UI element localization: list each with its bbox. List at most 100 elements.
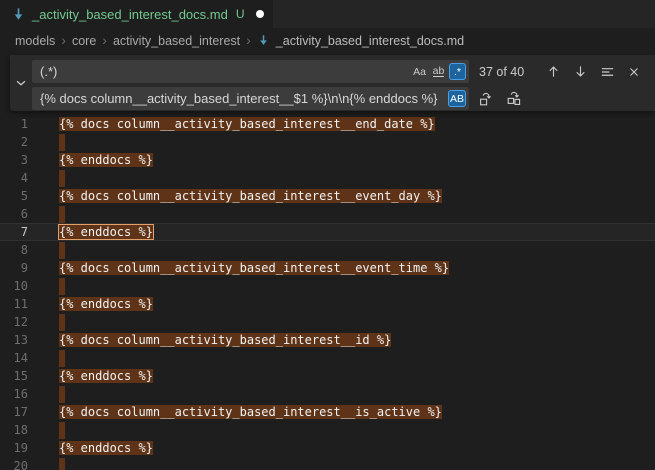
line-content [59,205,65,223]
editor-line[interactable]: 13 {% docs column__activity_based_interes… [0,331,655,349]
editor-line[interactable]: 1 {% docs column__activity_based_interest… [0,115,655,133]
find-replace-widget: (.*) Aa ab .* 37 of 40 [10,55,655,111]
editor: (.*) Aa ab .* 37 of 40 [0,53,655,470]
find-match: {% docs column__activity_based_interest_… [59,405,442,419]
find-match-empty-line [59,242,65,259]
editor-line[interactable]: 10 [0,277,655,295]
line-number: 7 [0,223,28,241]
next-match-button[interactable] [571,63,589,81]
search-value: (.*) [40,64,409,79]
match-count: 37 of 40 [479,65,533,79]
toggle-replace-button[interactable] [10,55,32,111]
line-number: 12 [0,313,28,331]
line-number: 6 [0,205,28,223]
tab-filename: _activity_based_interest_docs.md [32,7,228,22]
editor-line[interactable]: 12 [0,313,655,331]
line-content [59,169,65,187]
breadcrumb: models › core › activity_based_interest … [0,28,655,53]
replace-all-button[interactable] [505,90,523,108]
line-content [59,313,65,331]
breadcrumb-item-core[interactable]: core [72,34,96,48]
editor-line[interactable]: 16 [0,385,655,403]
line-content [59,349,65,367]
find-match-empty-line [59,134,65,151]
tab-bar: _activity_based_interest_docs.md U [0,0,655,28]
line-number: 14 [0,349,28,367]
find-match-empty-line [59,422,65,439]
editor-line[interactable]: 14 [0,349,655,367]
find-match: {% docs column__activity_based_interest_… [59,117,435,131]
line-number: 18 [0,421,28,439]
find-match: {% docs column__activity_based_interest_… [59,333,391,347]
previous-match-button[interactable] [544,63,562,81]
breadcrumb-file[interactable]: _activity_based_interest_docs.md [276,34,464,48]
editor-line[interactable]: 9{% docs column__activity_based_interest… [0,259,655,277]
editor-line[interactable]: 20 [0,457,655,470]
find-row: (.*) Aa ab .* 37 of 40 [32,60,655,83]
preserve-case-toggle[interactable]: AB [448,90,466,107]
find-in-selection-button[interactable] [598,63,616,81]
editor-line[interactable]: 8 [0,241,655,259]
line-number: 17 [0,403,28,421]
editor-line[interactable]: 5 {% docs column__activity_based_interest… [0,187,655,205]
line-content: {% enddocs %} [59,151,153,169]
line-content: {% docs column__activity_based_interest_… [59,259,449,277]
editor-line[interactable]: 2 [0,133,655,151]
line-content: {% docs column__activity_based_interest_… [59,331,391,349]
regex-toggle[interactable]: .* [449,63,466,80]
editor-line[interactable]: 18 [0,421,655,439]
match-case-toggle[interactable]: Aa [411,63,428,80]
editor-line[interactable]: 19{% enddocs %} [0,439,655,457]
editor-line[interactable]: 3 {% enddocs %} [0,151,655,169]
chevron-down-icon [14,76,28,90]
line-number: 3 [0,151,28,169]
close-icon[interactable] [625,63,643,81]
find-match-empty-line [59,206,65,223]
find-match-current: {% enddocs %} [59,225,153,239]
line-content [59,385,65,403]
line-content [59,457,65,470]
line-content: {% docs column__activity_based_interest_… [59,403,442,421]
replace-input[interactable]: {% docs column__activity_based_interest_… [32,87,469,110]
search-input[interactable]: (.*) Aa ab .* [32,60,469,83]
editor-line[interactable]: 15 {% enddocs %} [0,367,655,385]
replace-value: {% docs column__activity_based_interest_… [40,91,446,106]
line-number: 4 [0,169,28,187]
find-match: {% docs column__activity_based_interest_… [59,261,449,275]
line-number: 20 [0,457,28,470]
git-status-badge: U [236,7,245,21]
breadcrumb-item-models[interactable]: models [15,34,55,48]
editor-line[interactable]: 6 [0,205,655,223]
code-area: 1 {% docs column__activity_based_interest… [0,115,655,470]
line-number: 2 [0,133,28,151]
find-match-empty-line [59,350,65,367]
breadcrumb-item-activity-based-interest[interactable]: activity_based_interest [113,34,240,48]
line-content [59,277,65,295]
find-match: {% enddocs %} [59,153,153,167]
replace-row: {% docs column__activity_based_interest_… [32,87,655,110]
chevron-right-icon: › [102,33,107,47]
editor-line[interactable]: 17 {% docs column__activity_based_interes… [0,403,655,421]
line-number: 1 [0,115,28,133]
editor-line[interactable]: 7 {% enddocs %} [0,223,655,241]
line-number: 5 [0,187,28,205]
line-number: 15 [0,367,28,385]
whole-word-toggle[interactable]: ab [430,63,447,80]
editor-line[interactable]: 11{% enddocs %} [0,295,655,313]
find-match: {% enddocs %} [59,369,153,383]
line-number: 13 [0,331,28,349]
find-match-empty-line [59,170,65,187]
dirty-indicator[interactable] [256,10,264,18]
find-match-empty-line [59,386,65,403]
tab-active-file[interactable]: _activity_based_interest_docs.md U [0,0,273,28]
find-match-empty-line [59,458,65,470]
editor-line[interactable]: 4 [0,169,655,187]
line-number: 19 [0,439,28,457]
line-content: {% docs column__activity_based_interest_… [59,187,442,205]
line-content [59,241,65,259]
replace-button[interactable] [477,90,495,108]
line-content: {% enddocs %} [59,367,153,385]
chevron-right-icon: › [61,33,66,47]
find-match-empty-line [59,278,65,295]
line-number: 11 [0,295,28,313]
